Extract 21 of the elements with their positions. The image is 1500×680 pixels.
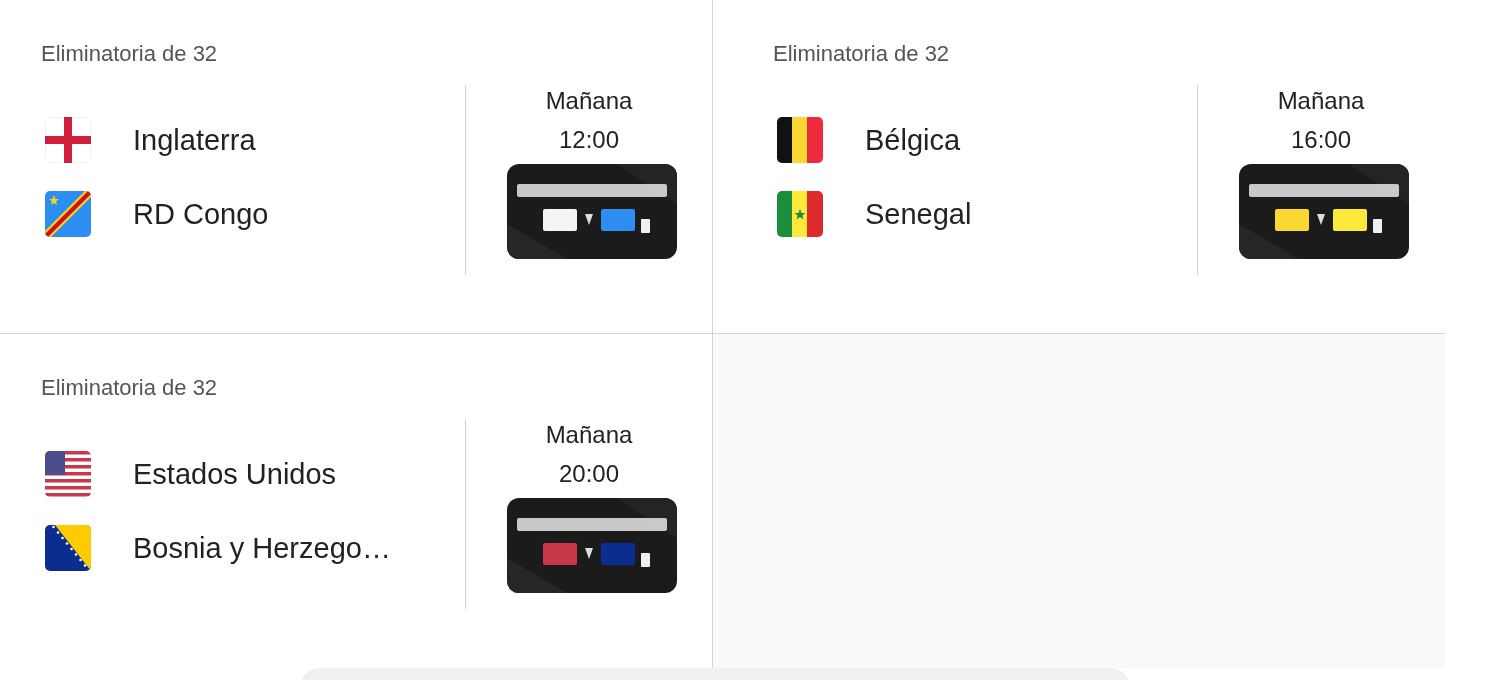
match-time: 16:00 (1290, 125, 1352, 155)
triangle-flag-icon (45, 525, 91, 571)
team-name: Bélgica (865, 123, 961, 157)
team-name: Bosnia y Herzego… (133, 531, 391, 565)
team-name: RD Congo (133, 197, 269, 231)
diagonal-stripe-flag-icon (45, 191, 91, 237)
match-time: 12:00 (558, 125, 620, 155)
round-label: Eliminatoria de 32 (41, 40, 218, 68)
match-day: Mañana (1277, 83, 1365, 119)
tricolor-flag-icon (777, 117, 823, 163)
round-label: Eliminatoria de 32 (773, 40, 950, 68)
star-tricolor-flag-icon (777, 191, 823, 237)
team-name: Inglaterra (133, 123, 256, 157)
team-name: Estados Unidos (133, 457, 337, 491)
match-time: 20:00 (558, 459, 620, 489)
cross-flag-icon (45, 117, 91, 163)
round-label: Eliminatoria de 32 (41, 374, 218, 402)
match-day: Mañana (545, 417, 633, 453)
stars-and-stripes-flag-icon (45, 451, 91, 497)
team-name: Senegal (865, 197, 972, 231)
match-day: Mañana (545, 83, 633, 119)
